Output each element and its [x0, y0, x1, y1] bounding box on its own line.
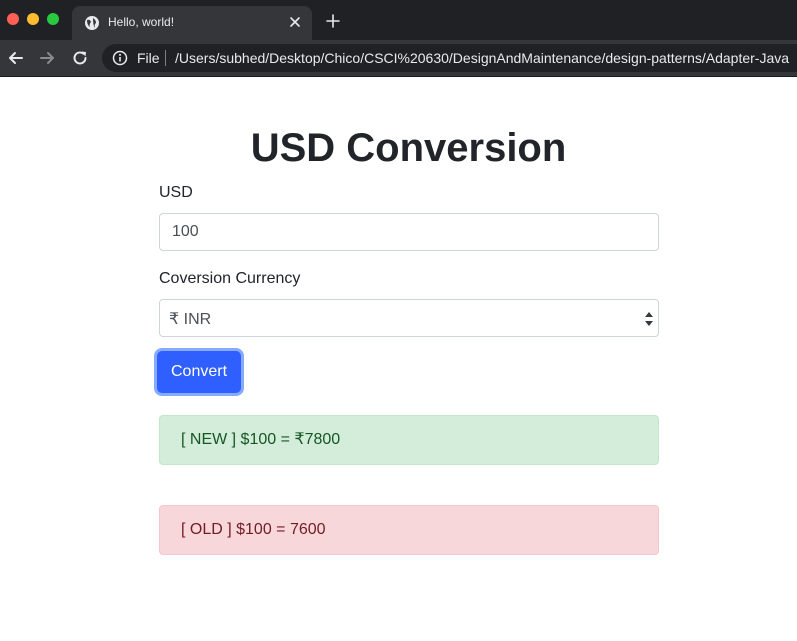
browser-toolbar: File /Users/subhed/Desktop/Chico/CSCI%20… [0, 40, 797, 77]
old-result-alert: [ OLD ] $100 = 7600 [159, 505, 659, 555]
new-result-alert: [ NEW ] $100 = ₹7800 [159, 415, 659, 465]
address-bar[interactable]: File /Users/subhed/Desktop/Chico/CSCI%20… [102, 44, 797, 72]
address-separator [165, 50, 166, 66]
window-close-control[interactable] [7, 13, 19, 25]
globe-icon [85, 16, 99, 30]
currency-selected-value: ₹ INR [169, 311, 212, 328]
window-minimize-control[interactable] [27, 13, 39, 25]
arrow-right-icon[interactable] [38, 49, 56, 67]
browser-tab[interactable]: Hello, world! [72, 6, 312, 40]
address-scheme-label: File [137, 50, 160, 66]
select-arrows-icon [645, 312, 653, 326]
arrow-left-icon[interactable] [7, 49, 25, 67]
address-url[interactable]: /Users/subhed/Desktop/Chico/CSCI%20630/D… [175, 50, 789, 66]
tab-title: Hello, world! [108, 15, 175, 29]
window-maximize-control[interactable] [47, 13, 59, 25]
info-icon[interactable] [112, 50, 128, 66]
page-title: USD Conversion [250, 126, 567, 170]
close-icon[interactable] [288, 15, 302, 29]
currency-label: Coversion Currency [159, 270, 301, 287]
usd-label: USD [159, 184, 193, 201]
usd-input[interactable] [159, 213, 659, 251]
browser-tab-bar: Hello, world! [0, 0, 797, 40]
convert-button[interactable]: Convert [157, 351, 241, 393]
currency-select[interactable]: ₹ INR [159, 299, 659, 337]
reload-icon[interactable] [71, 49, 89, 67]
plus-icon[interactable] [326, 14, 340, 28]
